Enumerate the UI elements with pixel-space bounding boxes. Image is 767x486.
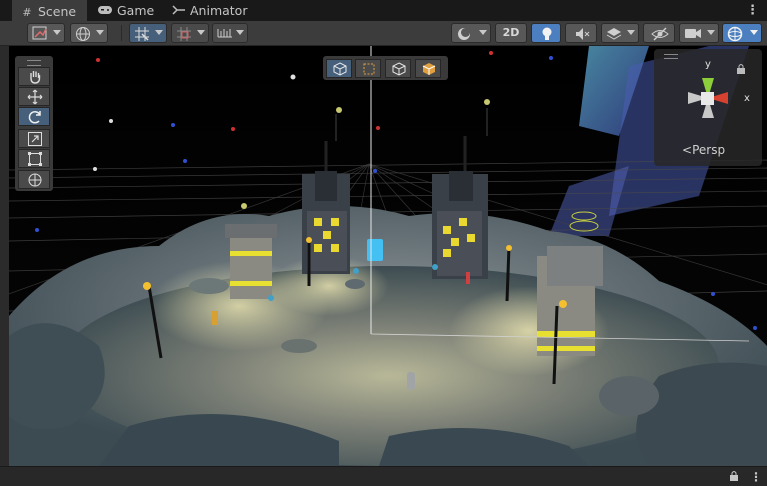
grid-icon: # xyxy=(22,6,32,19)
transform-tools-panel xyxy=(15,56,53,191)
projection-toggle[interactable]: <Persp xyxy=(682,143,725,157)
move-tool-button[interactable] xyxy=(18,87,50,106)
rect-tool-button[interactable] xyxy=(18,149,50,168)
move-arrows-icon xyxy=(27,89,43,105)
transform-tool-button[interactable] xyxy=(18,170,50,189)
lock-icon[interactable] xyxy=(729,470,739,485)
tab-bar: # Scene Game Animator ⋮ xyxy=(0,0,767,21)
more-options-icon[interactable]: ⋮ xyxy=(750,470,762,484)
toggle-2d-button[interactable]: 2D xyxy=(495,23,527,43)
axis-y-label: y xyxy=(705,59,711,70)
global-local-dropdown[interactable] xyxy=(70,23,108,43)
gizmo-globe-icon xyxy=(727,26,743,42)
chevron-left-icon: < xyxy=(682,143,693,157)
globe-icon xyxy=(76,27,90,41)
tab-animator[interactable]: Animator xyxy=(164,0,256,21)
cube-icon xyxy=(392,62,406,76)
draw-mode-icon xyxy=(32,26,47,40)
more-options-icon[interactable]: ⋮ xyxy=(746,3,759,18)
pivot-cube-button[interactable] xyxy=(326,59,352,78)
incremental-snap-dropdown[interactable] xyxy=(171,23,209,43)
toolbar-overflow xyxy=(0,23,8,43)
effects-dropdown[interactable] xyxy=(601,23,639,43)
transform-all-icon xyxy=(28,173,42,187)
status-bar: ⋮ xyxy=(0,466,767,486)
rotate-tool-button[interactable] xyxy=(18,107,50,126)
hand-icon xyxy=(30,71,41,84)
ruler-icon xyxy=(217,29,232,38)
lightbulb-icon xyxy=(542,27,552,40)
tab-game[interactable]: Game xyxy=(89,0,159,21)
solid-cube-button[interactable] xyxy=(415,59,441,78)
rect-snap-button[interactable] xyxy=(355,59,381,78)
rotate-icon xyxy=(28,111,41,124)
hidden-eye-icon xyxy=(651,27,669,41)
scene-visibility-toggle[interactable] xyxy=(643,23,675,43)
shading-mode-dropdown[interactable] xyxy=(451,23,491,43)
animator-icon xyxy=(172,1,186,23)
grid-snapping-dropdown[interactable] xyxy=(129,23,167,43)
speaker-mute-icon xyxy=(576,28,590,40)
orientation-overlay xyxy=(323,56,448,80)
scene-orientation-gizmo[interactable]: y x <Persp xyxy=(654,49,762,166)
camera-settings-dropdown[interactable] xyxy=(679,23,719,43)
grid-snap-icon xyxy=(135,27,149,41)
cube-outline-icon xyxy=(333,62,347,76)
cube-view-button[interactable] xyxy=(385,59,411,78)
hand-tool-button[interactable] xyxy=(18,67,50,86)
audio-toggle[interactable] xyxy=(565,23,597,43)
scale-icon xyxy=(28,132,42,146)
draw-mode-dropdown[interactable] xyxy=(27,23,65,43)
gamepad-icon xyxy=(97,1,113,23)
shading-sphere-icon xyxy=(458,28,470,40)
snap-increment-icon xyxy=(177,27,191,41)
rect-transform-icon xyxy=(28,152,42,166)
camera-icon xyxy=(685,29,701,38)
scale-tool-button[interactable] xyxy=(18,129,50,148)
layers-effects-icon xyxy=(606,28,622,40)
scene-lighting-toggle[interactable] xyxy=(531,23,561,43)
panel-grip-icon[interactable] xyxy=(27,60,41,66)
orange-cube-icon xyxy=(422,63,436,75)
axis-x-label: x xyxy=(744,93,750,104)
tab-scene[interactable]: # Scene xyxy=(12,0,87,21)
dashed-rect-icon xyxy=(363,63,375,75)
left-panel-edge xyxy=(0,46,9,466)
scene-toolbar: 2D xyxy=(0,21,767,46)
gizmos-dropdown[interactable] xyxy=(722,23,762,43)
ruler-dropdown[interactable] xyxy=(212,23,248,43)
